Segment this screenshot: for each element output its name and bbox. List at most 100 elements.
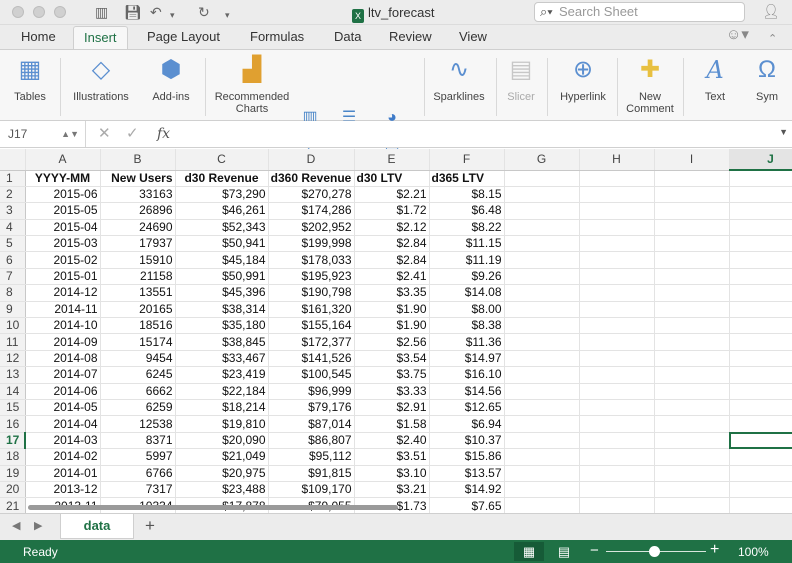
cell[interactable]: $100,545 [268,366,355,384]
cell[interactable]: 18516 [100,317,176,335]
cell[interactable]: $10.37 [429,432,505,450]
cell[interactable]: $202,952 [268,219,355,237]
sheet-tab-data[interactable]: data [60,514,134,539]
chevron-down-icon[interactable]: ▲▼ [61,121,79,147]
cell[interactable]: $6.94 [429,415,505,433]
cell[interactable]: $1.72 [354,202,430,220]
cell[interactable]: 7317 [100,481,176,499]
cell[interactable]: $2.21 [354,186,430,204]
cell[interactable]: 2014-02 [25,448,101,466]
cell[interactable] [504,333,580,351]
cell[interactable]: $45,184 [175,251,269,269]
previous-sheet-icon[interactable]: ◀ [12,519,20,532]
close-window-button[interactable] [12,6,24,18]
cell[interactable]: $14.56 [429,383,505,400]
cell[interactable]: $3.35 [354,284,430,302]
row-header[interactable]: 16 [0,415,26,433]
cell[interactable]: $174,286 [268,202,355,220]
cell[interactable]: $270,278 [268,186,355,204]
row-header[interactable]: 5 [0,235,26,253]
cell[interactable]: 2014-10 [25,317,101,335]
cell[interactable]: $14.97 [429,350,505,368]
sparklines-button[interactable]: ∿ Sparklines [430,55,488,103]
cell[interactable] [504,301,580,319]
cell[interactable]: 2014-09 [25,333,101,351]
zoom-out-icon[interactable]: − [590,542,599,559]
cell[interactable] [654,170,730,187]
cell[interactable] [579,317,655,335]
row-header[interactable]: 13 [0,366,26,384]
cell[interactable] [729,448,792,466]
cell[interactable]: $12.65 [429,399,505,417]
tables-button[interactable]: ▦ Tables [9,55,51,103]
cell[interactable]: 2014-12 [25,284,101,302]
row-header[interactable]: 4 [0,219,26,237]
expand-formula-bar-icon[interactable]: ▼ [779,127,788,137]
cell[interactable] [654,317,730,335]
row-header[interactable]: 2 [0,186,26,204]
cell[interactable] [729,497,792,513]
new-comment-button[interactable]: ✚ New Comment [624,55,676,115]
cell[interactable] [504,284,580,302]
cell[interactable]: $2.41 [354,268,430,286]
cell[interactable]: $45,396 [175,284,269,302]
column-header[interactable]: H [579,149,655,171]
cell[interactable] [654,432,730,450]
slicer-button[interactable]: ▤ Slicer [504,55,538,103]
name-box[interactable]: J17 ▲▼ [0,121,86,147]
undo-dropdown-icon[interactable]: ▾ [170,6,175,24]
cell[interactable]: 2014-06 [25,383,101,400]
tab-formulas[interactable]: Formulas [250,29,304,45]
cell[interactable]: 2014-01 [25,465,101,482]
cell[interactable]: $14.92 [429,481,505,499]
cell[interactable]: 17937 [100,235,176,253]
cell[interactable] [654,333,730,351]
cell[interactable]: $2.84 [354,235,430,253]
redo-icon[interactable]: ↻ [198,3,210,21]
minimize-window-button[interactable] [33,6,45,18]
cell[interactable]: 2014-03 [25,432,101,450]
tab-review[interactable]: Review [389,29,432,45]
cell[interactable] [654,284,730,302]
cell[interactable] [654,415,730,433]
cell[interactable]: $3.33 [354,383,430,400]
column-header[interactable]: G [504,149,580,171]
cell[interactable]: 21158 [100,268,176,286]
cell[interactable] [729,268,792,286]
cell[interactable]: 26896 [100,202,176,220]
cell[interactable] [654,399,730,417]
column-header[interactable]: I [654,149,730,171]
cell[interactable]: $11.15 [429,235,505,253]
cell[interactable] [654,268,730,286]
cell[interactable]: 2015-05 [25,202,101,220]
cell[interactable] [729,202,792,220]
cell[interactable] [579,481,655,499]
cell[interactable]: 6662 [100,383,176,400]
cell[interactable] [579,284,655,302]
cell[interactable]: $23,419 [175,366,269,384]
cell[interactable]: $11.19 [429,251,505,269]
cell[interactable]: $2.12 [354,219,430,237]
cell[interactable]: $38,845 [175,333,269,351]
column-header[interactable]: J [729,149,792,171]
cell[interactable]: $9.26 [429,268,505,286]
row-header[interactable]: 1 [0,170,26,187]
cell[interactable] [579,383,655,400]
cell[interactable]: $87,014 [268,415,355,433]
cell[interactable]: $2.84 [354,251,430,269]
column-header[interactable]: F [429,149,505,171]
cell[interactable]: YYYY-MM [25,170,101,187]
confirm-icon[interactable]: ✓ [126,125,139,143]
cell[interactable]: $190,798 [268,284,355,302]
cell[interactable]: 8371 [100,432,176,450]
cell[interactable]: $20,975 [175,465,269,482]
cell[interactable] [654,202,730,220]
cell[interactable] [654,448,730,466]
cell[interactable]: 12538 [100,415,176,433]
cell[interactable]: $46,261 [175,202,269,220]
row-header[interactable]: 11 [0,333,26,351]
column-header[interactable]: E [354,149,430,171]
cell[interactable]: 33163 [100,186,176,204]
cell[interactable] [504,383,580,400]
function-icon[interactable]: fx [157,125,170,143]
